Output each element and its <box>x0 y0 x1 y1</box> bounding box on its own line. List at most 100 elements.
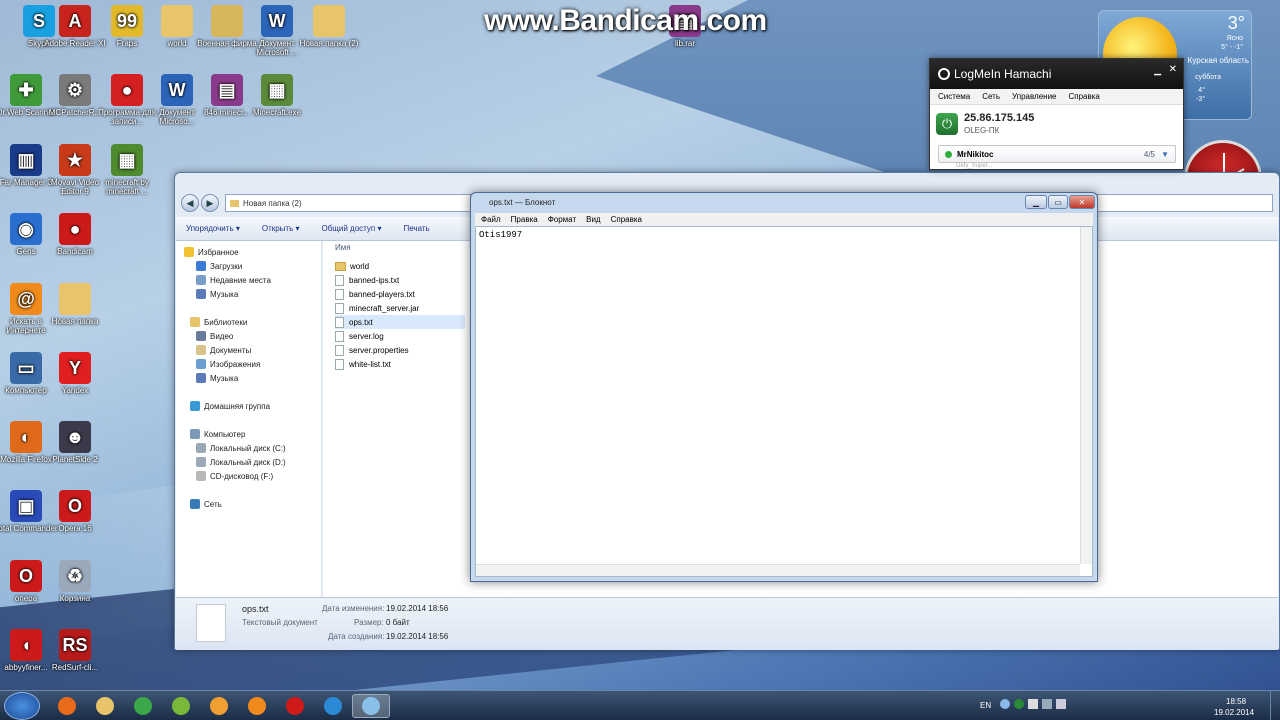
nav-item-label: Сеть <box>204 499 222 509</box>
desktop-icon[interactable]: Новая папка <box>40 283 110 326</box>
chevron-down-icon[interactable]: ▼ <box>1161 150 1169 159</box>
flag-icon[interactable] <box>1028 699 1038 709</box>
desktop-icon[interactable]: ● Bandicam <box>40 213 110 256</box>
share-button[interactable]: Общий доступ ▾ <box>322 224 382 233</box>
details-modified-label: Дата изменения: <box>322 604 385 613</box>
print-button[interactable]: Печать <box>404 224 430 233</box>
menu-file[interactable]: Файл <box>481 215 501 224</box>
peer-row[interactable]: Defy_Super... <box>956 163 992 169</box>
file-icon <box>335 288 344 300</box>
app-icon: ▦ <box>111 144 143 176</box>
desktop-icon[interactable]: ♻ Корзина <box>40 560 110 603</box>
desktop-icon[interactable]: RS RedSurf-cli... <box>40 629 110 672</box>
back-button[interactable]: ◀ <box>181 194 199 212</box>
desktop-icon[interactable]: ☻ PlanetSide 2 <box>40 421 110 464</box>
show-desktop-button[interactable] <box>1270 691 1280 720</box>
nav-item[interactable]: Локальный диск (C:) <box>196 441 286 455</box>
start-button[interactable] <box>4 692 40 720</box>
taskbar-odnoklassniki-button[interactable] <box>238 694 276 718</box>
notepad-text-area[interactable]: Otis1997 <box>475 226 1093 577</box>
menu-format[interactable]: Формат <box>548 215 576 224</box>
nav-item[interactable]: Видео <box>196 329 233 343</box>
desktop-icon[interactable]: ▦ Minecraft.exe <box>242 74 312 117</box>
menu-view[interactable]: Вид <box>586 215 600 224</box>
network-icon[interactable] <box>1042 699 1052 709</box>
desktop-icon[interactable]: ▦ minecraft by minecraft ... <box>92 144 162 196</box>
nav-item[interactable]: Домашняя группа <box>190 399 270 413</box>
taskbar-opera-button[interactable] <box>276 694 314 718</box>
taskbar-at-mail-button[interactable] <box>200 694 238 718</box>
maximize-button[interactable]: ▭ <box>1048 195 1068 209</box>
volume-icon[interactable] <box>1056 699 1066 709</box>
app-icon: ◐ <box>10 421 42 453</box>
file-row[interactable]: server.log <box>335 329 384 343</box>
close-button[interactable]: ✕ <box>1069 195 1095 209</box>
desktop-icon[interactable]: Y Yandex <box>40 352 110 395</box>
file-row[interactable]: world <box>335 259 369 273</box>
hamachi-menu-system[interactable]: Система <box>938 92 970 101</box>
vertical-scrollbar[interactable] <box>1080 227 1092 564</box>
nav-item-label: Избранное <box>198 247 239 257</box>
file-row[interactable]: minecraft_server.jar <box>335 301 419 315</box>
nav-item[interactable]: Недавние места <box>196 273 271 287</box>
taskbar-notepad-button[interactable] <box>352 694 390 718</box>
language-indicator[interactable]: EN <box>980 701 991 710</box>
taskbar-explorer-button[interactable] <box>86 694 124 718</box>
hamachi-title: LogMeIn Hamachi <box>954 67 1052 81</box>
desktop-icon[interactable]: Новая папка (2) <box>294 5 364 48</box>
nav-item[interactable]: Музыка <box>196 287 238 301</box>
file-row[interactable]: ops.txt <box>335 315 465 329</box>
power-button[interactable]: ⏻ <box>936 113 958 135</box>
hamachi-close-button[interactable]: ✕ <box>1169 64 1177 75</box>
desktop-icon-label: Новая папка <box>51 317 99 326</box>
weather-forecast-low: -3° <box>1195 96 1205 103</box>
open-button[interactable]: Открыть ▾ <box>262 224 300 233</box>
nav-item[interactable]: Загрузки <box>196 259 242 273</box>
horizontal-scrollbar[interactable] <box>476 564 1080 576</box>
hamachi-menu-network[interactable]: Сеть <box>982 92 1000 101</box>
notepad-menu: Файл Правка Формат Вид Справка <box>475 213 1093 226</box>
nav-item[interactable]: Изображения <box>196 357 260 371</box>
network-row[interactable]: MrNikitoc 4/5 ▼ <box>938 145 1176 163</box>
nav-item[interactable]: CD-дисковод (F:) <box>196 469 273 483</box>
nav-item[interactable]: Документы <box>196 343 251 357</box>
nav-item[interactable]: Локальный диск (D:) <box>196 455 286 469</box>
forward-button[interactable]: ▶ <box>201 194 219 212</box>
file-row[interactable]: white-list.txt <box>335 357 391 371</box>
nav-item[interactable]: Сеть <box>190 497 222 511</box>
notepad-icon <box>362 697 380 715</box>
desktop-icon-label: lib.rar <box>674 39 695 48</box>
organize-button[interactable]: Упорядочить ▾ <box>186 224 240 233</box>
nav-item[interactable]: Компьютер <box>190 427 245 441</box>
taskbar: EN 18:58 19.02.2014 <box>0 690 1280 720</box>
app-icon: ▭ <box>10 352 42 384</box>
taskbar-media-player-button[interactable] <box>48 694 86 718</box>
file-row[interactable]: server.properties <box>335 343 409 357</box>
desktop-icon[interactable]: O Opera 16 <box>40 490 110 533</box>
nav-item[interactable]: Избранное <box>184 245 239 259</box>
taskbar-hamachi-button[interactable] <box>314 694 352 718</box>
file-row[interactable]: banned-ips.txt <box>335 273 399 287</box>
notepad-window[interactable]: ops.txt — Блокнот ▁ ▭ ✕ Файл Правка Форм… <box>470 192 1098 582</box>
app-icon: W <box>161 74 193 106</box>
menu-edit[interactable]: Правка <box>511 215 538 224</box>
weather-forecast-high: 4° <box>1198 87 1205 94</box>
tray-time[interactable]: 18:58 <box>1226 697 1246 706</box>
hamachi-window[interactable]: LogMeIn Hamachi ▁ ✕ Система Сеть Управле… <box>929 58 1184 170</box>
hamachi-menu-help[interactable]: Справка <box>1069 92 1100 101</box>
hamachi-menu-manage[interactable]: Управление <box>1012 92 1056 101</box>
file-row[interactable]: banned-players.txt <box>335 287 415 301</box>
nav-item[interactable]: Библиотеки <box>190 315 247 329</box>
help-icon[interactable] <box>1000 699 1010 709</box>
hamachi-tray-icon[interactable] <box>1014 699 1024 709</box>
minimize-button[interactable]: ▁ <box>1025 195 1047 209</box>
nav-item-label: Музыка <box>210 289 239 299</box>
tray-date[interactable]: 19.02.2014 <box>1214 708 1254 717</box>
menu-help[interactable]: Справка <box>611 215 642 224</box>
column-header-name[interactable]: Имя <box>335 243 351 252</box>
taskbar-chrome-button[interactable] <box>124 694 162 718</box>
taskbar-lime-button[interactable] <box>162 694 200 718</box>
nav-item[interactable]: Музыка <box>196 371 238 385</box>
file-name: ops.txt <box>349 317 373 327</box>
hamachi-minimize-button[interactable]: ▁ <box>1154 65 1161 76</box>
